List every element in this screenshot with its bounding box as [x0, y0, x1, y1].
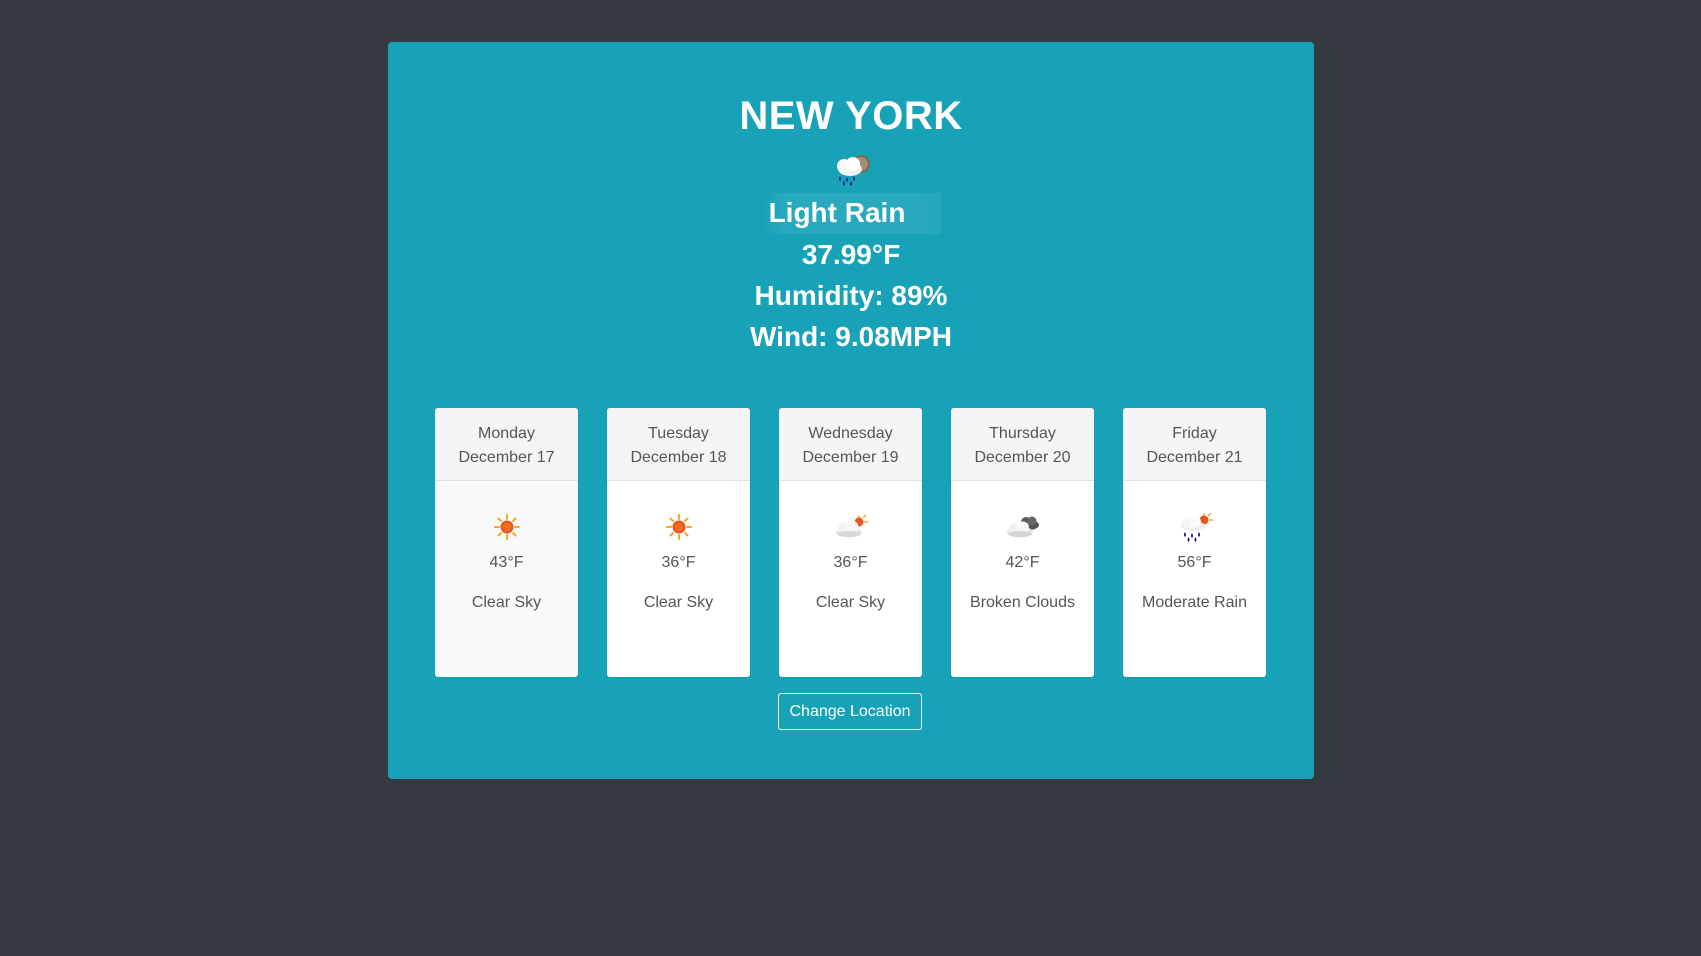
city-name: NEW YORK [739, 94, 963, 138]
forecast-desc: Clear Sky [643, 594, 714, 611]
forecast-temp: 56°F [1177, 554, 1212, 571]
forecast-card: Monday December 17 43°F Clear Sky [435, 408, 578, 677]
forecast-card-header: Monday December 17 [435, 408, 578, 481]
current-humidity: Humidity: 89% [754, 280, 948, 311]
forecast-temp: 42°F [1005, 554, 1040, 571]
forecast-card: Thursday December 20 42°F Broken Clouds [951, 408, 1094, 677]
forecast-card-header: Wednesday December 19 [779, 408, 922, 481]
weather-description: Light Rain [388, 193, 1314, 234]
forecast-desc: Clear Sky [815, 594, 886, 611]
forecast-date: December 21 [1146, 449, 1243, 466]
forecast-day: Monday [478, 425, 535, 442]
forecast-day: Thursday [989, 425, 1056, 442]
forecast-day: Friday [1172, 425, 1217, 442]
change-location-button[interactable]: Change Location [778, 693, 922, 730]
forecast-card-header: Friday December 21 [1123, 408, 1266, 481]
current-wind: Wind: 9.08MPH [750, 321, 952, 352]
forecast-date: December 17 [458, 449, 555, 466]
forecast-card-header: Tuesday December 18 [607, 408, 750, 481]
sun-icon [665, 514, 692, 540]
forecast-card: Friday December 21 56°F Moderate Rain [1123, 408, 1266, 677]
broken-clouds-icon [1006, 516, 1039, 538]
forecast-day: Wednesday [808, 425, 893, 442]
current-temperature: 37.99°F [801, 239, 901, 270]
forecast-card: Wednesday December 19 36°F Clear Sky [779, 408, 922, 677]
sun-icon [493, 514, 520, 540]
forecast-card-header: Thursday December 20 [951, 408, 1094, 481]
forecast-temp: 43°F [489, 554, 524, 571]
forecast-date: December 19 [802, 449, 899, 466]
weather-description-text: Light Rain [760, 193, 942, 234]
weather-panel: NEW YORK Light Rain 37.99°F Humidity: 89… [388, 42, 1314, 779]
forecast-date: December 18 [630, 449, 727, 466]
forecast-temp: 36°F [661, 554, 696, 571]
forecast-temp: 36°F [833, 554, 868, 571]
cloud-sun-icon [835, 514, 868, 538]
forecast-desc: Moderate Rain [1142, 594, 1247, 611]
forecast-desc: Broken Clouds [970, 594, 1075, 611]
rain-cloud-night-icon [837, 155, 870, 186]
forecast-list: Monday December 17 43°F Clear Sky Tuesda… [435, 408, 1266, 677]
forecast-day: Tuesday [648, 425, 709, 442]
forecast-desc: Clear Sky [471, 594, 542, 611]
rain-cloud-sun-icon [1180, 512, 1213, 542]
forecast-date: December 20 [974, 449, 1071, 466]
forecast-card: Tuesday December 18 36°F Clear Sky [607, 408, 750, 677]
